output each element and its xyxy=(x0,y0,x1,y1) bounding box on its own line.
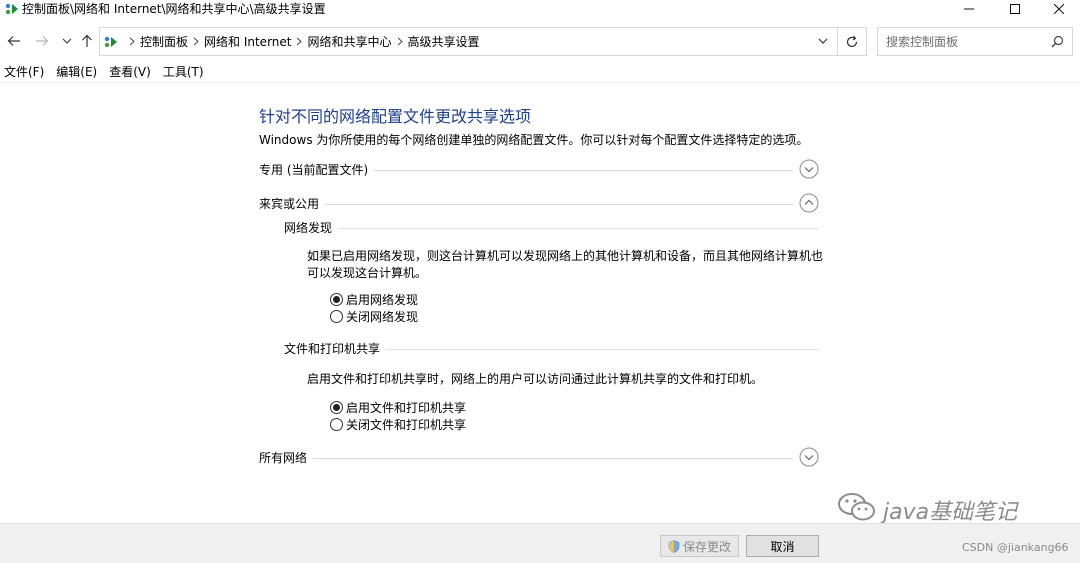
close-button[interactable] xyxy=(1036,0,1080,18)
subsection-network-discovery: 网络发现 xyxy=(284,219,821,237)
search-input[interactable] xyxy=(878,28,1048,55)
forward-arrow-icon[interactable] xyxy=(32,31,52,51)
address-history-chevron-down-icon[interactable] xyxy=(817,34,829,51)
minimize-button[interactable] xyxy=(946,0,992,18)
search-box[interactable] xyxy=(877,27,1073,56)
search-icon[interactable] xyxy=(1051,35,1064,51)
main-content: 针对不同的网络配置文件更改共享选项 Windows 为你所使用的每个网络创建单独… xyxy=(0,83,1080,523)
radio-label[interactable]: 启用文件和打印机共享 xyxy=(346,399,466,416)
title-bar: 控制面板\网络和 Internet\网络和共享中心\高级共享设置 xyxy=(0,0,1080,18)
uac-shield-icon xyxy=(668,539,680,553)
menu-file[interactable]: 文件(F) xyxy=(0,63,48,81)
window-title: 控制面板\网络和 Internet\网络和共享中心\高级共享设置 xyxy=(22,2,326,16)
up-arrow-icon[interactable] xyxy=(77,31,97,51)
menu-bar: 文件(F) 编辑(E) 查看(V) 工具(T) xyxy=(0,63,212,81)
radio-file-sharing-off[interactable]: 关闭文件和打印机共享 xyxy=(330,416,466,432)
radio-button[interactable] xyxy=(330,309,343,323)
address-network-icon xyxy=(104,36,120,48)
section-all-networks[interactable]: 所有网络 xyxy=(259,447,821,469)
menu-view[interactable]: 查看(V) xyxy=(105,63,155,81)
radio-network-discovery-on[interactable]: 启用网络发现 xyxy=(330,291,418,307)
radio-file-sharing-on[interactable]: 启用文件和打印机共享 xyxy=(330,399,466,415)
expand-chevron-down-icon[interactable] xyxy=(799,159,819,179)
section-guest-public-label[interactable]: 来宾或公用 xyxy=(259,195,326,212)
footer-bar: 保存更改 取消 xyxy=(0,523,1080,563)
radio-label[interactable]: 关闭文件和打印机共享 xyxy=(346,416,466,433)
radio-network-discovery-off[interactable]: 关闭网络发现 xyxy=(330,308,418,324)
network-discovery-label: 网络发现 xyxy=(284,219,339,236)
expand-chevron-down-icon[interactable] xyxy=(799,447,819,467)
radio-label[interactable]: 启用网络发现 xyxy=(346,291,418,308)
save-changes-label: 保存更改 xyxy=(682,539,731,554)
file-printer-sharing-label: 文件和打印机共享 xyxy=(284,340,387,357)
recent-locations-chevron-icon[interactable] xyxy=(57,31,77,51)
radio-label[interactable]: 关闭网络发现 xyxy=(346,308,418,325)
maximize-button[interactable] xyxy=(992,0,1038,18)
radio-button[interactable] xyxy=(330,292,343,306)
chevron-right-icon[interactable] xyxy=(291,37,307,46)
breadcrumb-network-internet[interactable]: 网络和 Internet xyxy=(204,33,291,50)
save-changes-button[interactable]: 保存更改 xyxy=(660,535,739,557)
section-divider xyxy=(259,204,793,205)
radio-button[interactable] xyxy=(330,417,343,431)
section-all-networks-label[interactable]: 所有网络 xyxy=(259,449,314,466)
address-bar[interactable]: 控制面板 网络和 Internet 网络和共享中心 高级共享设置 xyxy=(99,27,838,56)
radio-button[interactable] xyxy=(330,400,343,414)
collapse-chevron-up-icon[interactable] xyxy=(799,193,819,213)
section-divider xyxy=(259,458,793,459)
control-panel-network-icon xyxy=(5,3,19,18)
refresh-icon xyxy=(845,35,859,49)
watermark-text: java基础笔记 xyxy=(883,500,1018,525)
breadcrumb-advanced-sharing-settings[interactable]: 高级共享设置 xyxy=(408,33,480,50)
breadcrumb: 控制面板 网络和 Internet 网络和共享中心 高级共享设置 xyxy=(104,28,480,55)
network-discovery-description-line: 可以发现这台计算机。 xyxy=(307,266,428,280)
chevron-right-icon[interactable] xyxy=(124,37,140,46)
section-private[interactable]: 专用 (当前配置文件) xyxy=(259,159,821,181)
subsection-file-printer-sharing: 文件和打印机共享 xyxy=(284,340,821,358)
credit-text: CSDN @jiankang66 xyxy=(962,541,1069,554)
page-title: 针对不同的网络配置文件更改共享选项 xyxy=(259,107,532,126)
file-printer-sharing-description: 启用文件和打印机共享时，网络上的用户可以访问通过此计算机共享的文件和打印机。 xyxy=(307,372,764,386)
menu-edit[interactable]: 编辑(E) xyxy=(52,63,101,81)
chevron-right-icon[interactable] xyxy=(188,37,204,46)
refresh-button[interactable] xyxy=(838,27,867,56)
menu-tools[interactable]: 工具(T) xyxy=(159,63,208,81)
cancel-button[interactable]: 取消 xyxy=(746,535,819,557)
section-guest-public[interactable]: 来宾或公用 xyxy=(259,193,821,215)
section-private-label[interactable]: 专用 (当前配置文件) xyxy=(259,161,375,178)
back-arrow-icon[interactable] xyxy=(4,31,24,51)
network-discovery-description-line: 如果已启用网络发现，则这台计算机可以发现网络上的其他计算机和设备，而且其他网络计… xyxy=(307,249,824,263)
breadcrumb-network-sharing-center[interactable]: 网络和共享中心 xyxy=(307,33,391,50)
subsection-divider xyxy=(284,228,819,229)
chevron-right-icon[interactable] xyxy=(392,37,408,46)
breadcrumb-control-panel[interactable]: 控制面板 xyxy=(140,33,188,50)
page-description: Windows 为你所使用的每个网络创建单独的网络配置文件。你可以针对每个配置文… xyxy=(259,133,809,147)
network-discovery-description: 如果已启用网络发现，则这台计算机可以发现网络上的其他计算机和设备，而且其他网络计… xyxy=(307,248,823,282)
